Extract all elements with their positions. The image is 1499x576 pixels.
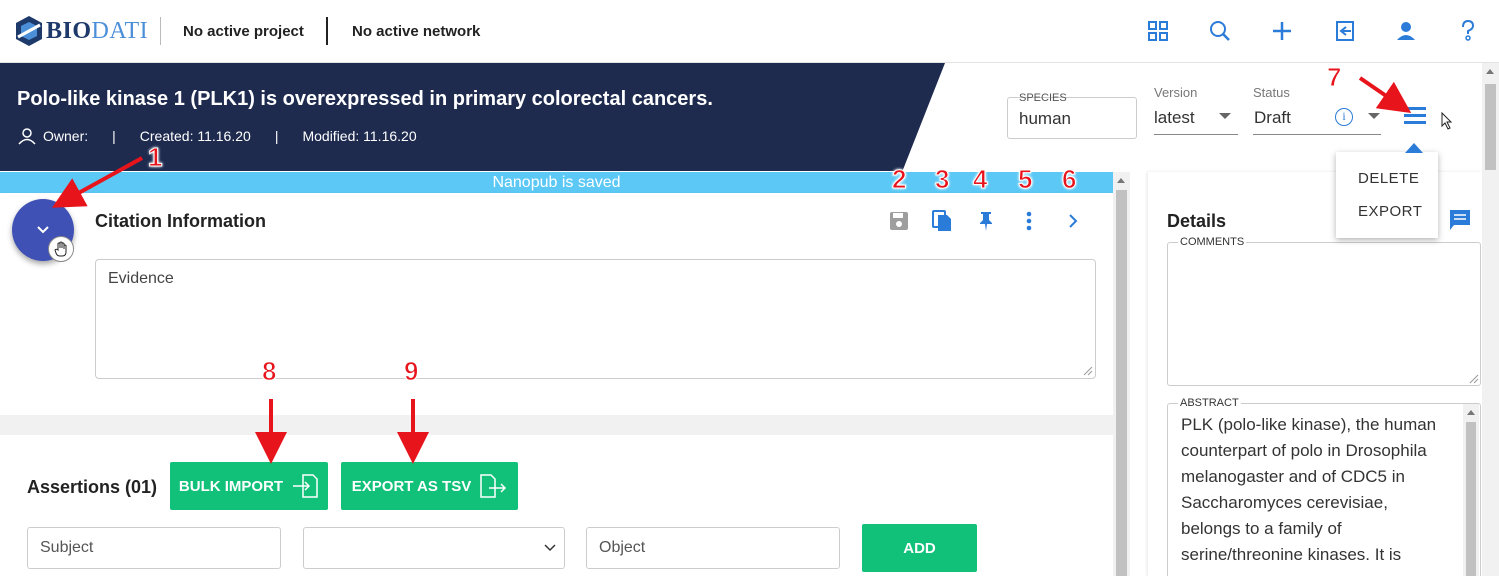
annotation-7: 7 [1326, 62, 1342, 93]
annotation-arrow-7 [1358, 76, 1412, 114]
annotation-4: 4 [972, 164, 988, 195]
annotation-9: 9 [403, 356, 419, 387]
annotation-arrow-1 [51, 156, 143, 208]
annotation-8: 8 [261, 356, 277, 387]
annotation-1: 1 [147, 142, 163, 173]
page: BIODATI No active project No active netw… [0, 0, 1499, 576]
annotation-2: 2 [891, 164, 907, 195]
annotation-arrows [51, 76, 1412, 464]
annotation-5: 5 [1017, 164, 1033, 195]
annotation-3: 3 [934, 164, 950, 195]
annotation-6: 6 [1061, 164, 1077, 195]
